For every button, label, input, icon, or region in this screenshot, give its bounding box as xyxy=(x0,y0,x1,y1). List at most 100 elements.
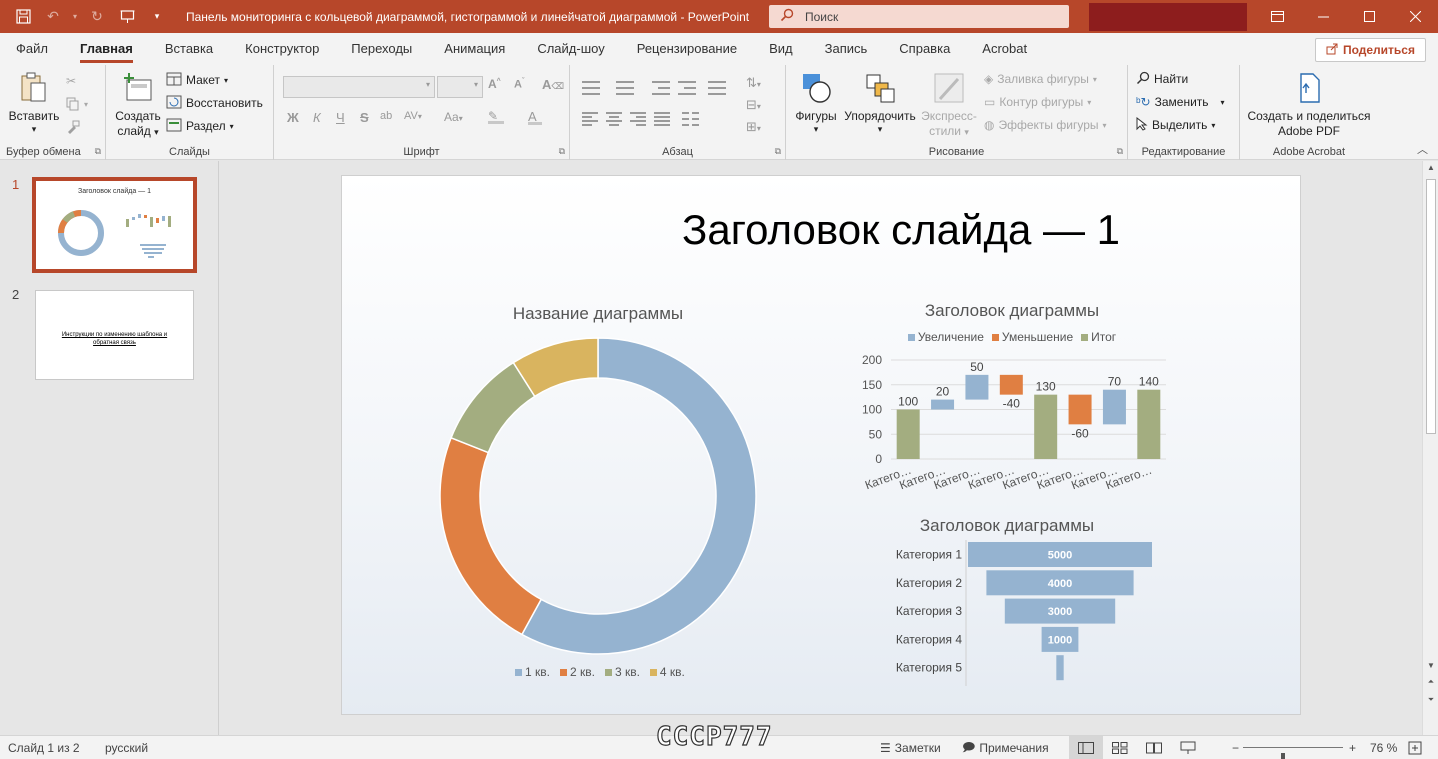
collapse-ribbon-icon[interactable]: ︿ xyxy=(1417,141,1428,157)
shapes-button[interactable]: Фигуры ▾ xyxy=(792,71,840,134)
bullets-icon[interactable] xyxy=(582,81,600,95)
columns-icon[interactable] xyxy=(682,112,700,126)
undo-icon[interactable]: ↶ xyxy=(38,0,68,33)
underline-icon[interactable]: Ч xyxy=(336,110,345,125)
format-painter-icon[interactable] xyxy=(66,117,80,137)
shape-fill-button[interactable]: ◈ Заливка фигуры ▾ xyxy=(984,69,1097,89)
donut-legend-item-2[interactable]: 2 кв. xyxy=(559,665,595,679)
search-input[interactable]: Поиск xyxy=(769,5,1069,28)
comments-button[interactable]: 🗩 Примечания xyxy=(962,736,1049,759)
scrollbar-thumb[interactable] xyxy=(1426,179,1436,434)
clipboard-launcher-icon[interactable]: ⧉ xyxy=(95,146,101,157)
grow-font-icon[interactable]: A^ xyxy=(488,77,501,91)
waterfall-bar-3[interactable] xyxy=(965,374,989,400)
create-pdf-button[interactable]: Создать и поделиться Adobe PDF xyxy=(1244,71,1374,139)
notes-button[interactable]: ☰ Заметки xyxy=(880,736,941,759)
align-right-icon[interactable] xyxy=(630,112,648,126)
donut-legend-item-3[interactable]: 3 кв. xyxy=(604,665,640,679)
align-text-icon[interactable]: ⊟▾ xyxy=(746,97,761,113)
align-left-icon[interactable] xyxy=(582,112,600,126)
font-family-combo[interactable]: ▾ xyxy=(283,76,435,98)
spacing-icon[interactable]: AV▾ xyxy=(404,110,422,122)
bold-icon[interactable]: Ж xyxy=(287,110,299,125)
save-icon[interactable] xyxy=(8,0,38,33)
new-slide-button[interactable]: Создать слайд ▾ xyxy=(112,71,164,140)
smartart-icon[interactable]: ⊞▾ xyxy=(746,119,761,135)
font-size-combo[interactable]: ▾ xyxy=(437,76,483,98)
zoom-out-icon[interactable]: − xyxy=(1232,736,1239,759)
align-center-icon[interactable] xyxy=(606,112,624,126)
slide[interactable]: Заголовок слайда — 1 Название диаграммы … xyxy=(341,175,1301,715)
tab-insert[interactable]: Вставка xyxy=(149,33,229,65)
shape-outline-button[interactable]: ▭ Контур фигуры ▾ xyxy=(984,92,1091,112)
decrease-indent-icon[interactable] xyxy=(652,81,670,95)
drawing-launcher-icon[interactable]: ⧉ xyxy=(1117,146,1123,157)
tab-animations[interactable]: Анимация xyxy=(428,33,521,65)
zoom-level[interactable]: 76 % xyxy=(1370,736,1397,759)
paste-button[interactable]: Вставить ▾ xyxy=(6,71,62,134)
waterfall-chart-title[interactable]: Заголовок диаграммы xyxy=(902,301,1122,321)
clear-format-icon[interactable]: A⌫ xyxy=(542,77,564,92)
numbering-icon[interactable] xyxy=(616,81,634,95)
tab-acrobat[interactable]: Acrobat xyxy=(966,33,1043,65)
donut-chart[interactable] xyxy=(438,336,758,656)
donut-legend-item-1[interactable]: 1 кв. xyxy=(515,665,550,679)
slide-thumbnail-2[interactable]: Инструкции по изменению шаблона и обратн… xyxy=(35,290,194,380)
reset-button[interactable]: Восстановить xyxy=(166,93,263,113)
font-color-icon[interactable]: A xyxy=(528,109,542,125)
font-launcher-icon[interactable]: ⧉ xyxy=(559,146,565,157)
funnel-chart[interactable]: Категория 1 5000 Категория 2 4000 Категория … xyxy=(862,540,1152,690)
waterfall-bar-1[interactable] xyxy=(896,409,920,460)
prev-slide-icon[interactable]: ⏶ xyxy=(1423,677,1438,687)
waterfall-bar-8[interactable] xyxy=(1137,389,1161,459)
strikethrough-icon[interactable]: S xyxy=(360,110,369,125)
quick-styles-button[interactable]: Экспресс- стили ▾ xyxy=(918,71,980,140)
next-slide-icon[interactable]: ⏷ xyxy=(1423,695,1438,705)
shrink-font-icon[interactable]: Aˇ xyxy=(514,78,524,91)
waterfall-bar-4[interactable] xyxy=(999,374,1023,395)
slideshow-view-icon[interactable] xyxy=(1171,736,1205,759)
cut-icon[interactable]: ✂ xyxy=(66,71,76,91)
waterfall-legend-item-1[interactable]: Увеличение xyxy=(907,330,984,344)
copy-icon[interactable]: ▾ xyxy=(66,94,88,114)
tab-help[interactable]: Справка xyxy=(883,33,966,65)
paragraph-launcher-icon[interactable]: ⧉ xyxy=(775,146,781,157)
layout-button[interactable]: Макет ▾ xyxy=(166,70,228,90)
scroll-down-icon[interactable]: ▼ xyxy=(1423,661,1438,670)
donut-chart-title[interactable]: Название диаграммы xyxy=(442,304,754,324)
tab-record[interactable]: Запись xyxy=(809,33,884,65)
justify-icon[interactable] xyxy=(654,112,672,126)
text-direction-icon[interactable]: ⇅▾ xyxy=(746,75,761,91)
waterfall-legend-item-3[interactable]: Итог xyxy=(1081,330,1116,344)
waterfall-bar-6[interactable] xyxy=(1068,394,1092,425)
donut-legend-item-4[interactable]: 4 кв. xyxy=(649,665,685,679)
char-spacing-icon[interactable]: ab xyxy=(380,110,392,122)
waterfall-legend-item-2[interactable]: Уменьшение xyxy=(991,330,1073,344)
tab-transitions[interactable]: Переходы xyxy=(335,33,428,65)
replace-button[interactable]: ᵇ↻ Заменить ▾ xyxy=(1136,92,1225,112)
close-icon[interactable] xyxy=(1392,0,1438,33)
language-indicator[interactable]: русский xyxy=(105,736,148,759)
vertical-scrollbar[interactable]: ▲ ▼ ⏶ ⏷ xyxy=(1422,161,1438,735)
increase-indent-icon[interactable] xyxy=(678,81,696,95)
minimize-icon[interactable] xyxy=(1300,0,1346,33)
slide-thumbnail-1[interactable]: Заголовок слайда — 1 xyxy=(32,177,197,273)
waterfall-chart[interactable]: 050100150200100Катего…20Катего…50Катего…… xyxy=(847,348,1177,508)
zoom-slider[interactable] xyxy=(1243,747,1343,759)
line-spacing-icon[interactable] xyxy=(708,81,726,95)
fit-to-window-icon[interactable] xyxy=(1408,736,1422,759)
donut-slice-2[interactable] xyxy=(439,436,543,636)
presentation-icon[interactable] xyxy=(112,0,142,33)
normal-view-icon[interactable] xyxy=(1069,736,1103,759)
italic-icon[interactable]: К xyxy=(313,110,321,125)
slide-title[interactable]: Заголовок слайда — 1 xyxy=(502,206,1300,254)
scroll-up-icon[interactable]: ▲ xyxy=(1423,163,1438,172)
section-button[interactable]: Раздел ▾ xyxy=(166,116,234,136)
tab-design[interactable]: Конструктор xyxy=(229,33,335,65)
maximize-icon[interactable] xyxy=(1346,0,1392,33)
funnel-bar-5[interactable] xyxy=(1056,655,1064,681)
shape-effects-button[interactable]: ◍ Эффекты фигуры ▾ xyxy=(984,115,1107,135)
tab-home[interactable]: Главная xyxy=(64,33,149,65)
tab-file[interactable]: Файл xyxy=(0,33,64,65)
tab-slideshow[interactable]: Слайд-шоу xyxy=(521,33,620,65)
